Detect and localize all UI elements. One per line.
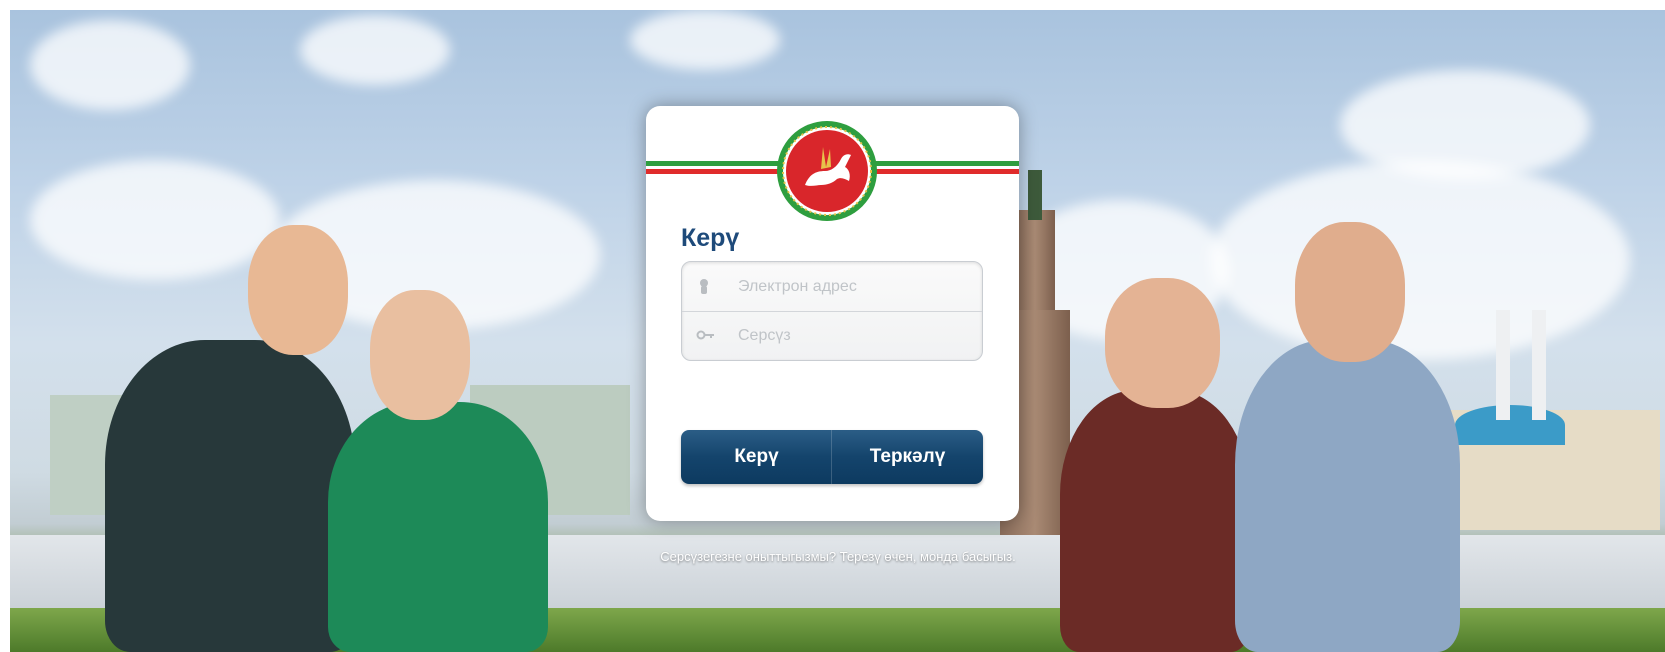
user-icon (696, 277, 714, 295)
password-field-row (682, 311, 982, 360)
password-input[interactable] (736, 321, 970, 351)
login-title: Керү (681, 224, 740, 252)
forgot-password-link-container: Серсүзегезне оныттыгызмы? Терезү өчен, м… (648, 549, 1028, 565)
email-field-row (682, 262, 982, 312)
forgot-password-link[interactable]: Серсүзегезне оныттыгызмы? Терезү өчен, м… (660, 549, 1015, 564)
coat-of-arms-emblem-icon (777, 121, 877, 221)
action-buttons: Керү Теркәлү (681, 430, 983, 484)
key-icon (696, 326, 714, 344)
login-button[interactable]: Керү (681, 430, 832, 484)
email-input[interactable] (736, 272, 970, 302)
login-card: Керү Керү Теркәлү (646, 106, 1019, 521)
credentials-fields (681, 261, 983, 361)
register-button[interactable]: Теркәлү (832, 430, 983, 484)
